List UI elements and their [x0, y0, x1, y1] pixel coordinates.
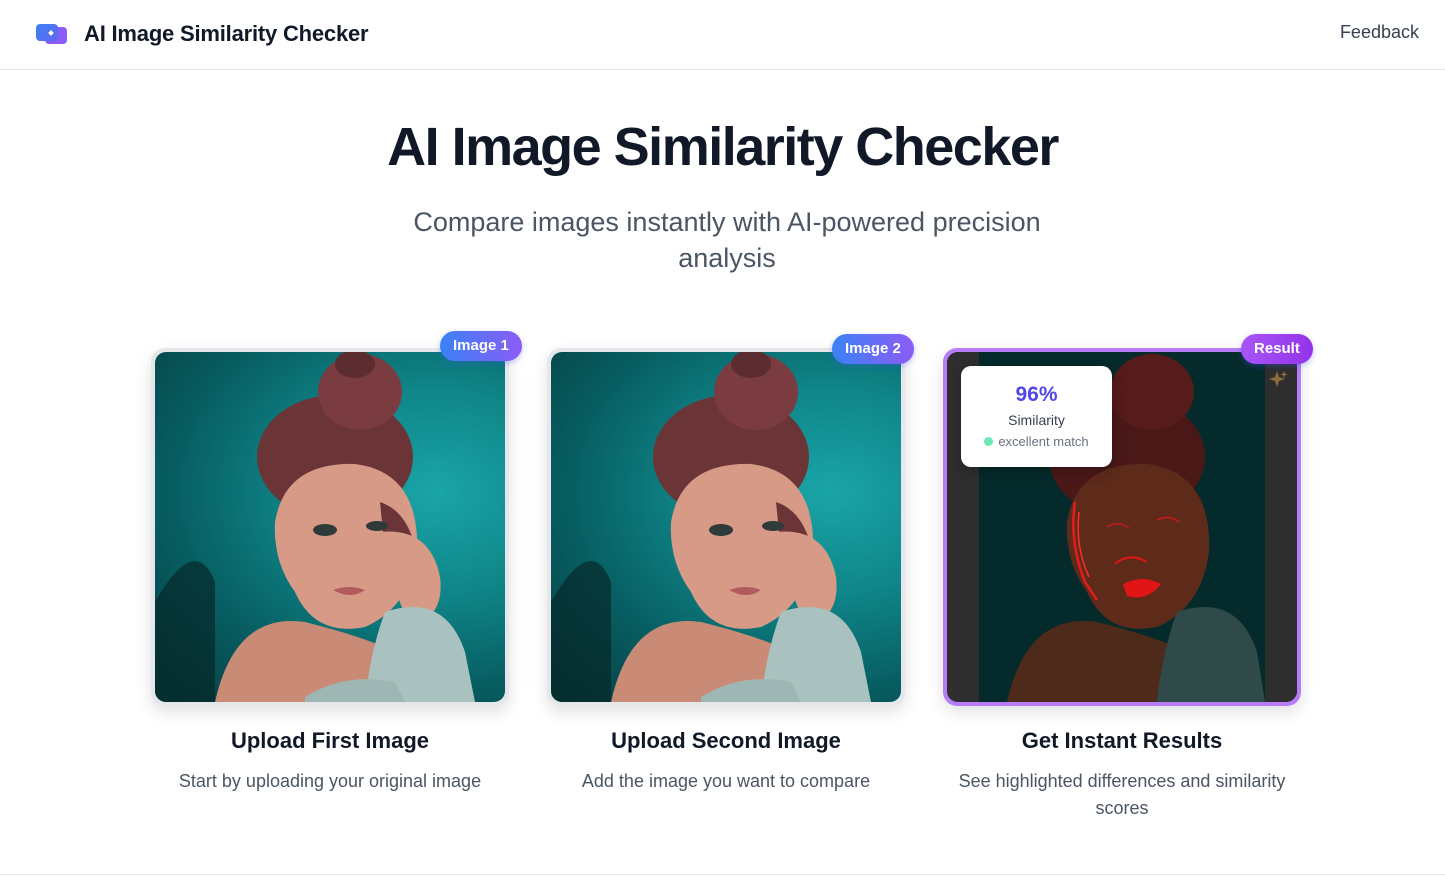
status-dot-icon [984, 437, 994, 446]
match-text: excellent match [998, 434, 1089, 449]
portrait-photo-2 [551, 352, 901, 702]
step-2-title: Upload Second Image [611, 728, 841, 753]
step-1-description: Start by uploading your original image [178, 771, 482, 791]
match-status: excellent match [961, 434, 1112, 449]
hero-title: AI Image Similarity Checker [387, 117, 1059, 177]
overlapping-images-logo-icon [36, 22, 67, 46]
image-2-badge: Image 2 [832, 334, 914, 364]
hero-subtitle: Compare images instantly with AI-powered… [413, 207, 1041, 273]
first-image-card[interactable] [151, 348, 509, 706]
top-navigation-bar: AI Image Similarity Checker Feedback [0, 0, 1445, 70]
image-1-badge: Image 1 [440, 331, 522, 361]
portrait-photo-1 [155, 352, 505, 702]
step-2-description: Add the image you want to compare [581, 771, 871, 791]
app-title: AI Image Similarity Checker [84, 21, 369, 46]
similarity-value: 96% [1015, 383, 1058, 406]
similarity-score-panel: 96% Similarity excellent match [961, 366, 1112, 467]
step-3-description: See highlighted differences and similari… [958, 771, 1286, 818]
sparkle-icon [1269, 371, 1288, 387]
step-1-title: Upload First Image [230, 728, 430, 753]
second-image-card[interactable] [547, 348, 905, 706]
step-3-title: Get Instant Results [1021, 728, 1223, 753]
similarity-label: Similarity [1008, 412, 1065, 428]
result-badge: Result [1241, 334, 1313, 364]
feedback-link[interactable]: Feedback [1340, 22, 1419, 43]
section-divider [0, 874, 1445, 875]
brand[interactable]: AI Image Similarity Checker [36, 18, 369, 50]
